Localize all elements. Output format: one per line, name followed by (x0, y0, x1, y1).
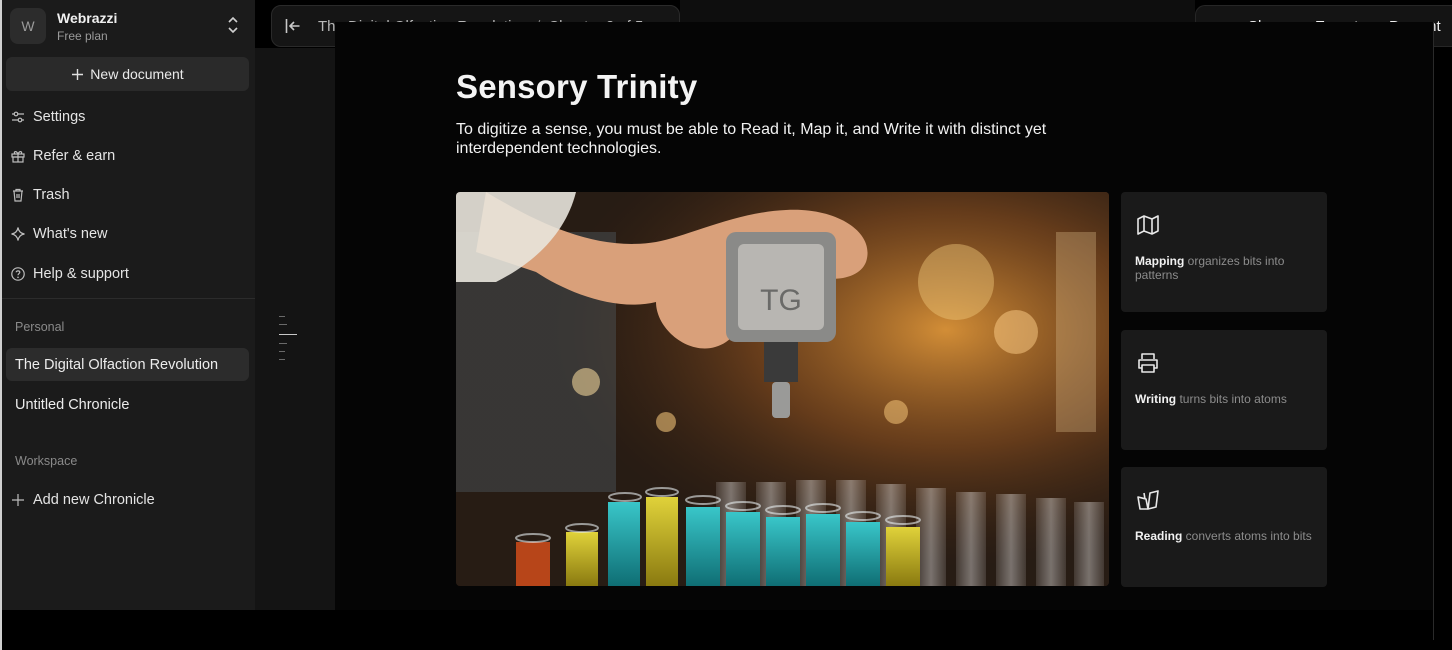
gift-icon (11, 151, 25, 163)
outline-marker (279, 316, 285, 317)
sidebar-item-label: Refer & earn (33, 148, 116, 164)
card-description: turns bits into atoms (1176, 392, 1287, 406)
card-text: Reading converts atoms into bits (1135, 529, 1315, 543)
sidebar-item-trash[interactable]: Trash (10, 182, 70, 208)
slide-subtitle[interactable]: To digitize a sense, you must be able to… (456, 120, 1136, 158)
card-writing[interactable]: Writing turns bits into atoms (1121, 330, 1327, 450)
card-mapping[interactable]: Mapping organizes bits into patterns (1121, 192, 1327, 312)
card-text: Mapping organizes bits into patterns (1135, 254, 1315, 282)
collapse-sidebar-icon[interactable] (284, 17, 302, 35)
outline-marker (279, 359, 285, 360)
outline-marker (279, 351, 285, 352)
workspace-name: Webrazzi (57, 9, 118, 26)
outline-marker-current (279, 334, 297, 335)
slide-outline-strip[interactable] (255, 48, 335, 610)
plus-icon (12, 494, 24, 506)
sidebar-item-settings[interactable]: Settings (10, 104, 85, 130)
card-description: converts atoms into bits (1182, 529, 1312, 543)
printer-icon (1138, 353, 1158, 373)
outline-marker (279, 324, 287, 325)
sidebar-item-label: Help & support (33, 266, 129, 282)
lab-photo-illustration: TG (456, 192, 1109, 586)
sidebar-item-label: Trash (33, 187, 70, 203)
top-bar-background (680, 0, 1195, 22)
slide-edge (1433, 22, 1434, 640)
add-chronicle-button[interactable]: Add new Chronicle (10, 487, 155, 513)
trash-icon (13, 188, 23, 202)
device-label: TG (760, 284, 802, 317)
card-title: Reading (1135, 529, 1183, 543)
sparkle-icon (11, 227, 25, 241)
new-document-label: New document (90, 66, 184, 82)
help-circle-icon (11, 267, 25, 281)
card-title: Writing (1135, 392, 1177, 406)
sidebar-item-whats-new[interactable]: What's new (10, 221, 108, 247)
workspace-plan: Free plan (57, 28, 108, 43)
book-open-icon (1137, 490, 1159, 510)
card-reading[interactable]: Reading converts atoms into bits (1121, 467, 1327, 587)
add-chronicle-label: Add new Chronicle (33, 492, 155, 508)
map-icon (1137, 215, 1159, 235)
sidebar-item-label: What's new (33, 226, 108, 242)
new-document-button[interactable]: New document (6, 57, 249, 91)
doc-item[interactable]: Untitled Chronicle (6, 388, 249, 421)
card-title: Mapping (1135, 254, 1185, 268)
plus-icon (72, 68, 84, 80)
slide-title[interactable]: Sensory Trinity (456, 68, 697, 106)
slide-image[interactable]: TG (456, 192, 1109, 586)
doc-item-active[interactable]: The Digital Olfaction Revolution (6, 348, 249, 381)
sidebar-item-help-support[interactable]: Help & support (10, 261, 129, 287)
sidebar: W Webrazzi Free plan New document Settin… (2, 0, 255, 610)
chevron-up-down-icon[interactable] (226, 14, 240, 36)
card-text: Writing turns bits into atoms (1135, 392, 1315, 406)
outline-marker (279, 343, 287, 344)
sliders-icon (12, 111, 24, 123)
workspace-avatar: W (10, 8, 46, 44)
workspace-switcher[interactable]: W Webrazzi Free plan (10, 5, 250, 47)
section-label-personal: Personal (15, 320, 65, 334)
sidebar-item-refer-earn[interactable]: Refer & earn (10, 143, 115, 169)
section-label-workspace: Workspace (15, 454, 78, 468)
sidebar-item-label: Settings (33, 109, 86, 125)
sidebar-divider (2, 298, 255, 299)
